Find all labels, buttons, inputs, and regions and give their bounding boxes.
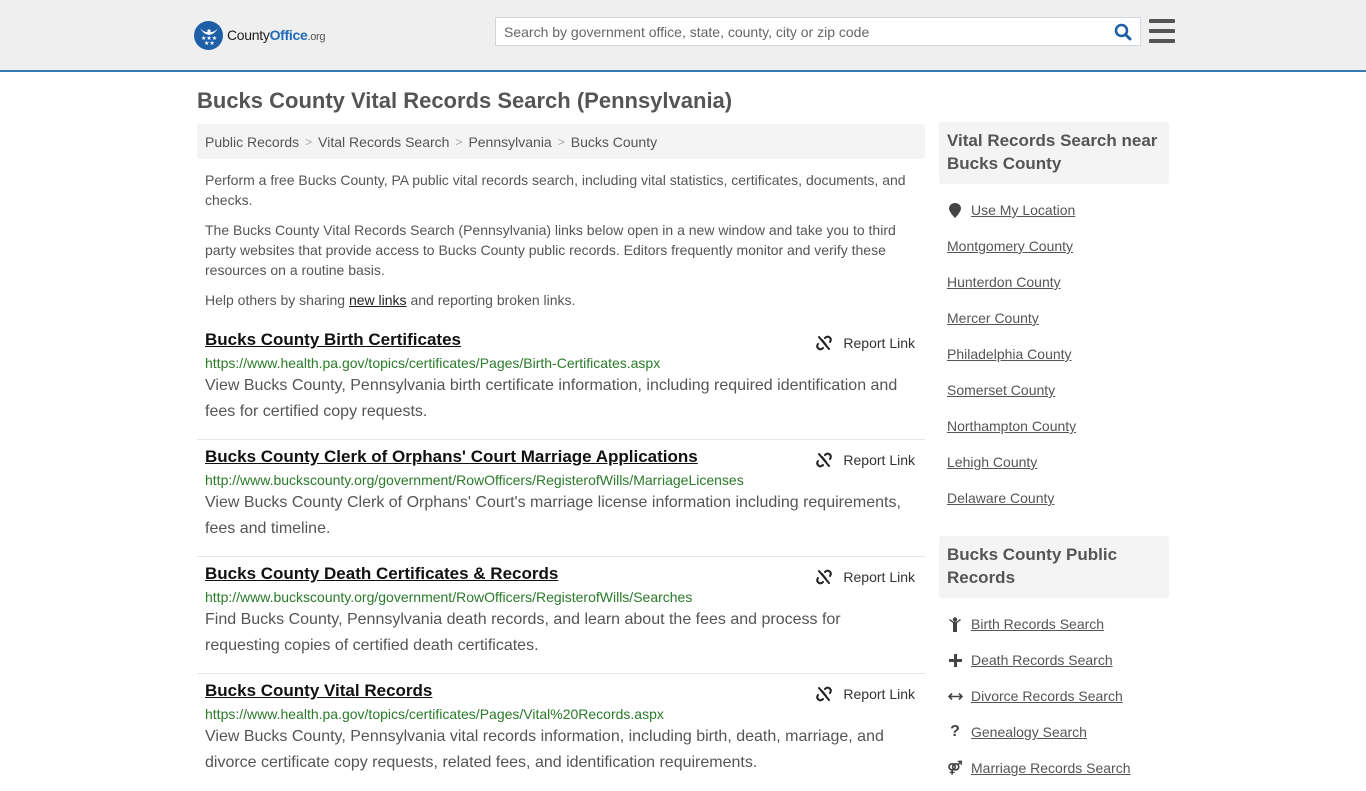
sidebar: Vital Records Search near Bucks County U… [939,122,1169,786]
county-link-montgomery[interactable]: Montgomery County [947,238,1073,254]
result-title-link[interactable]: Bucks County Vital Records [205,680,432,702]
breadcrumb-separator: > [455,134,463,149]
breadcrumb-separator: > [557,134,565,149]
sharing-note: Help others by sharing new links and rep… [205,292,576,308]
marriage-records-search-link[interactable]: Marriage Records Search [971,760,1131,776]
result-item: Bucks County Clerk of Orphans' Court Mar… [197,440,925,557]
broken-link-icon [816,686,833,702]
use-my-location-item: Use My Location [947,192,1161,228]
cross-icon [947,653,963,667]
public-record-item: Divorce Records Search [947,678,1161,714]
svg-text:★★: ★★ [204,40,215,45]
result-item: Bucks County Birth Certificates Report L… [197,329,925,440]
breadcrumb: Public Records > Vital Records Search > … [197,124,925,159]
result-url: http://www.buckscounty.org/government/Ro… [205,472,744,488]
result-title-link[interactable]: Bucks County Clerk of Orphans' Court Mar… [205,446,698,468]
report-link-button[interactable]: Report Link [816,686,915,702]
public-records-list: Birth Records Search Death Records Searc… [939,598,1169,786]
nearby-county-item: Mercer County [947,300,1161,336]
county-link-hunterdon[interactable]: Hunterdon County [947,274,1061,290]
nearby-list: Use My Location Montgomery County Hunter… [939,184,1169,516]
search-button[interactable] [1106,18,1140,45]
site-header: ★★★ ★★ CountyOffice.org [0,0,1366,72]
result-title-link[interactable]: Bucks County Birth Certificates [205,329,461,351]
search-box [495,17,1141,46]
hamburger-menu-icon[interactable] [1149,19,1175,43]
breadcrumb-pennsylvania[interactable]: Pennsylvania [468,134,551,150]
birth-records-search-link[interactable]: Birth Records Search [971,616,1104,632]
result-description: View Bucks County, Pennsylvania birth ce… [205,377,898,420]
result-item: Bucks County Death Certificates & Record… [197,557,925,674]
nearby-county-item: Delaware County [947,480,1161,516]
public-record-item: Birth Records Search [947,606,1161,642]
nearby-county-item: Somerset County [947,372,1161,408]
main-content: Public Records > Vital Records Search > … [197,124,925,791]
public-record-item: Death Records Search [947,642,1161,678]
nearby-county-item: Philadelphia County [947,336,1161,372]
venus-mars-icon: ⚤ [947,760,963,775]
county-link-lehigh[interactable]: Lehigh County [947,454,1037,470]
public-record-item: ? Genealogy Search [947,714,1161,750]
breadcrumb-bucks-county[interactable]: Bucks County [571,134,657,150]
result-description: Find Bucks County, Pennsylvania death re… [205,611,841,654]
county-link-philadelphia[interactable]: Philadelphia County [947,346,1072,362]
result-item: Bucks County Vital Records Report Link h… [197,674,925,791]
child-icon [947,616,963,632]
death-records-search-link[interactable]: Death Records Search [971,652,1113,668]
breadcrumb-vital-records-search[interactable]: Vital Records Search [318,134,449,150]
broken-link-icon [816,569,833,585]
nearby-county-item: Lehigh County [947,444,1161,480]
result-description: View Bucks County, Pennsylvania vital re… [205,728,884,771]
county-link-mercer[interactable]: Mercer County [947,310,1039,326]
genealogy-search-link[interactable]: Genealogy Search [971,724,1087,740]
county-link-northampton[interactable]: Northampton County [947,418,1076,434]
search-input[interactable] [496,18,1106,45]
report-link-button[interactable]: Report Link [816,335,915,351]
eagle-stars-logo-icon: ★★★ ★★ [194,20,223,50]
intro-text: Perform a free Bucks County, PA public v… [197,170,925,310]
public-records-heading: Bucks County Public Records [939,536,1169,598]
public-record-item: ⚤ Marriage Records Search [947,750,1161,786]
result-description: View Bucks County Clerk of Orphans' Cour… [205,494,901,537]
result-url: http://www.buckscounty.org/government/Ro… [205,589,693,605]
use-my-location-link[interactable]: Use My Location [971,202,1075,218]
divorce-records-search-link[interactable]: Divorce Records Search [971,688,1123,704]
result-url: https://www.health.pa.gov/topics/certifi… [205,706,664,722]
county-link-somerset[interactable]: Somerset County [947,382,1055,398]
new-links-link[interactable]: new links [349,292,407,308]
question-icon: ? [950,723,960,740]
nearby-county-item: Montgomery County [947,228,1161,264]
report-link-button[interactable]: Report Link [816,452,915,468]
logo-link[interactable]: ★★★ ★★ CountyOffice.org [194,20,326,50]
map-marker-icon [947,202,963,218]
breadcrumb-separator: > [305,134,313,149]
broken-link-icon [816,335,833,351]
nearby-heading: Vital Records Search near Bucks County [939,122,1169,184]
county-link-delaware[interactable]: Delaware County [947,490,1054,506]
report-link-button[interactable]: Report Link [816,569,915,585]
page-title: Bucks County Vital Records Search (Penns… [197,88,733,113]
breadcrumb-public-records[interactable]: Public Records [205,134,299,150]
search-icon [1114,23,1132,40]
nearby-county-item: Northampton County [947,408,1161,444]
nearby-county-item: Hunterdon County [947,264,1161,300]
intro-paragraph: Perform a free Bucks County, PA public v… [205,172,906,208]
results-list: Bucks County Birth Certificates Report L… [197,329,925,791]
intro-paragraph: The Bucks County Vital Records Search (P… [205,222,896,278]
arrows-h-icon [947,692,963,701]
result-title-link[interactable]: Bucks County Death Certificates & Record… [205,563,558,585]
result-url: https://www.health.pa.gov/topics/certifi… [205,355,661,371]
broken-link-icon [816,452,833,468]
logo-text: CountyOffice.org [227,27,326,43]
